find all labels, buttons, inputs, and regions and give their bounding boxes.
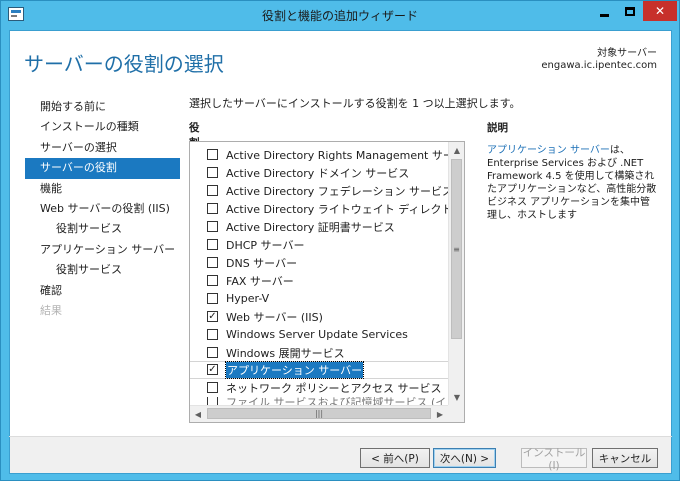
scroll-left-icon[interactable]: ◀ [190,406,206,422]
vertical-scrollbar[interactable]: ▲ ≡ ▼ [448,142,464,406]
instruction-text: 選択したサーバーにインストールする役割を 1 つ以上選択します。 [189,97,521,110]
maximize-button[interactable] [617,1,643,21]
role-label: Active Directory ドメイン サービス [226,166,410,180]
nav-item-web-server-role[interactable]: Web サーバーの役割 (IIS) [10,199,180,219]
role-label: Active Directory フェデレーション サービス [226,184,449,198]
nav-item-web-role-services[interactable]: 役割サービス [10,219,180,239]
role-checkbox[interactable] [207,239,218,251]
role-checkbox[interactable] [207,185,218,197]
role-row[interactable]: Windows 展開サービス [190,344,449,362]
vertical-scroll-thumb[interactable]: ≡ [451,159,462,339]
nav-item-application-server[interactable]: アプリケーション サーバー [10,240,180,260]
role-label: Windows Server Update Services [226,328,408,342]
role-label: Windows 展開サービス [226,346,345,360]
scroll-right-icon[interactable]: ▶ [432,406,448,422]
wizard-nav: 開始する前に インストールの種類 サーバーの選択 サーバーの役割 機能 Web … [10,97,180,321]
roles-list[interactable]: Active Directory Rights Management サービス … [189,141,465,423]
role-row-focused[interactable]: ✓ アプリケーション サーバー [190,360,449,379]
previous-button[interactable]: < 前へ(P) [360,448,430,468]
window-title: 役割と機能の追加ウィザード [261,9,418,23]
role-checkbox[interactable] [207,203,218,215]
role-label: DHCP サーバー [226,238,305,252]
role-checkbox-checked[interactable]: ✓ [207,311,218,323]
role-label: Hyper-V [226,292,270,306]
scroll-up-icon[interactable]: ▲ [449,142,464,158]
role-checkbox[interactable] [207,329,218,341]
role-checkbox-checked[interactable]: ✓ [207,364,218,376]
role-label: Web サーバー (IIS) [226,310,323,324]
role-checkbox[interactable] [207,275,218,287]
description-panel: 説明 アプリケーション サーバーは、Enterprise Services およ… [487,120,657,222]
description-body: は、Enterprise Services および .NET Framework… [487,145,657,221]
role-row[interactable]: Active Directory Rights Management サービス [190,146,449,164]
page-title: サーバーの役割の選択 [24,52,224,76]
role-label: DNS サーバー [226,256,298,270]
minimize-button[interactable] [591,1,617,21]
role-checkbox[interactable] [207,149,218,161]
role-row[interactable]: ✓ Web サーバー (IIS) [190,308,449,326]
role-label: Active Directory 証明書サービス [226,220,395,234]
role-checkbox[interactable] [207,382,218,394]
role-row[interactable]: Hyper-V [190,290,449,308]
nav-item-server-roles[interactable]: サーバーの役割 [25,158,180,179]
role-checkbox[interactable] [207,221,218,233]
description-text: アプリケーション サーバーは、Enterprise Services および .… [487,144,657,222]
role-label: Active Directory Rights Management サービス [226,148,449,162]
target-server-name: engawa.ic.ipentec.com [541,60,657,71]
maximize-icon [625,6,635,16]
role-row[interactable]: Windows Server Update Services [190,326,449,344]
nav-item-app-role-services[interactable]: 役割サービス [10,260,180,280]
role-row[interactable]: Active Directory ドメイン サービス [190,164,449,182]
target-server-label: 対象サーバー [597,48,657,59]
nav-item-before-you-begin[interactable]: 開始する前に [10,97,180,117]
role-label: FAX サーバー [226,274,294,288]
role-row[interactable]: Active Directory フェデレーション サービス [190,182,449,200]
close-button[interactable]: ✕ [643,1,677,21]
scrollbar-corner [448,405,464,422]
horizontal-scroll-thumb[interactable]: ||| [207,408,431,419]
description-heading: 説明 [487,122,508,134]
role-checkbox[interactable] [207,257,218,269]
role-checkbox[interactable] [207,347,218,359]
wizard-header: サーバーの役割の選択 対象サーバー engawa.ic.ipentec.com [10,31,671,91]
nav-item-confirmation[interactable]: 確認 [10,281,180,301]
role-row[interactable]: Active Directory 証明書サービス [190,218,449,236]
role-label: ネットワーク ポリシーとアクセス サービス [226,381,442,395]
description-link[interactable]: アプリケーション サーバー [487,145,610,156]
role-row[interactable]: DHCP サーバー [190,236,449,254]
nav-item-results: 結果 [40,303,62,317]
nav-item-installation-type[interactable]: インストールの種類 [10,117,180,137]
role-row[interactable]: ネットワーク ポリシーとアクセス サービス [190,379,449,397]
title-bar[interactable]: 役割と機能の追加ウィザード ✕ [1,1,679,29]
role-row[interactable]: DNS サーバー [190,254,449,272]
role-checkbox[interactable] [207,167,218,179]
roles-list-rows: Active Directory Rights Management サービス … [190,142,449,406]
wizard-window: 役割と機能の追加ウィザード ✕ サーバーの役割の選択 対象サーバー engawa… [0,0,680,481]
scroll-down-icon[interactable]: ▼ [449,389,464,405]
role-label: Active Directory ライトウェイト ディレクトリ サービス [226,202,449,216]
target-server-block: 対象サーバー engawa.ic.ipentec.com [541,48,657,72]
horizontal-scrollbar[interactable]: ◀ ||| ▶ [190,405,449,422]
nav-item-features[interactable]: 機能 [10,179,180,199]
minimize-icon [599,13,609,17]
cancel-button[interactable]: キャンセル [592,448,658,468]
next-button[interactable]: 次へ(N) > [433,448,496,468]
nav-item-server-selection[interactable]: サーバーの選択 [10,138,180,158]
install-button: インストール(I) [521,446,587,472]
close-icon: ✕ [654,4,666,18]
role-row[interactable]: FAX サーバー [190,272,449,290]
role-row[interactable]: Active Directory ライトウェイト ディレクトリ サービス [190,200,449,218]
role-label: アプリケーション サーバー [224,360,365,379]
role-checkbox[interactable] [207,293,218,305]
